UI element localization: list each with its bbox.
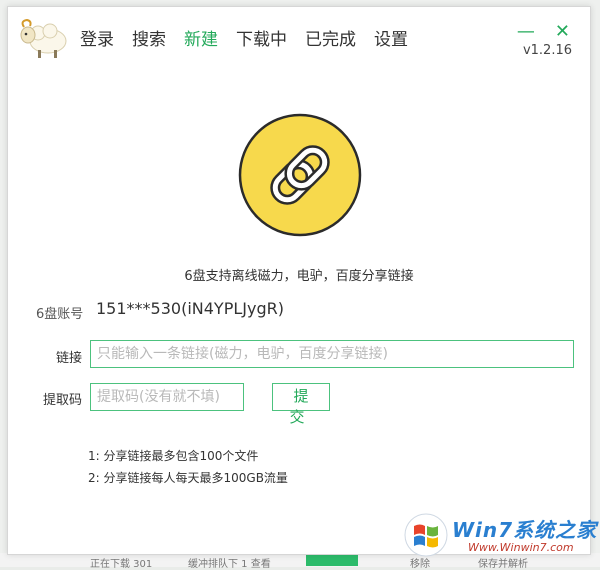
account-value: 151***530(iN4YPLJygR) [96, 299, 284, 318]
bg-green-button [306, 554, 358, 566]
link-label: 链接 [55, 351, 82, 366]
link-input[interactable] [90, 340, 574, 368]
bg-status-text: 缓冲排队下 1 查看 [188, 559, 271, 570]
watermark-url: Www.Winwin7.com [468, 541, 574, 554]
close-button[interactable]: ✕ [555, 23, 570, 41]
link-chain-icon [238, 113, 362, 237]
nav-settings[interactable]: 设置 [374, 25, 408, 50]
nav-login[interactable]: 登录 [80, 25, 114, 50]
new-task-dialog: 登录 搜索 新建 下载中 已完成 设置 — ✕ v1.2.16 6盘支持离线磁力… [7, 6, 591, 555]
extraction-code-label: 提取码 [42, 393, 82, 408]
submit-button[interactable]: 提交 [272, 383, 330, 426]
support-description: 6盘支持离线磁力，电驴，百度分享链接 [184, 269, 414, 284]
nav-search[interactable]: 搜索 [132, 25, 166, 50]
sheep-icon [20, 18, 67, 58]
version-label: v1.2.16 [522, 43, 572, 58]
watermark-text: Win7系统之家 [452, 518, 598, 542]
main-nav: 登录 搜索 新建 下载中 已完成 设置 [80, 25, 426, 50]
note-item: 2: 分享链接每人每天最多100GB流量 [88, 471, 288, 485]
note-item: 1: 分享链接最多包含100个文件 [88, 449, 259, 463]
window-controls: — ✕ [517, 23, 570, 41]
nav-new[interactable]: 新建 [184, 25, 218, 50]
bg-status-text: 正在下载 301 [90, 559, 153, 570]
minimize-button[interactable]: — [517, 23, 535, 41]
nav-completed[interactable]: 已完成 [305, 25, 356, 50]
account-label: 6盘账号 [36, 307, 84, 322]
nav-downloading[interactable]: 下载中 [236, 25, 287, 50]
extraction-code-input[interactable] [90, 383, 244, 411]
